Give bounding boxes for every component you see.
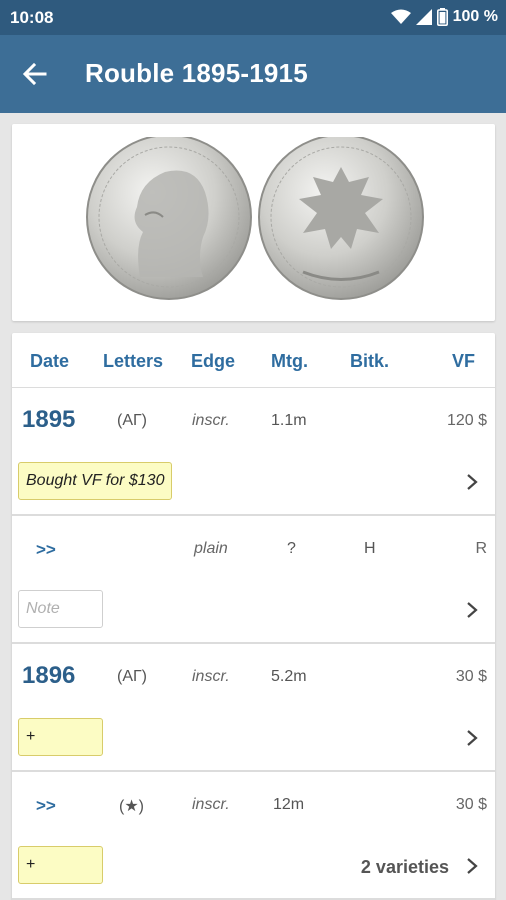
table-row[interactable]: 1896 (АГ) inscr. 5.2m 30 $ + (12, 644, 495, 772)
column-vf[interactable]: VF (452, 351, 475, 372)
page-title: Rouble 1895-1915 (85, 58, 308, 88)
chevron-right-icon[interactable] (463, 600, 481, 620)
row-edge: inscr. (192, 796, 230, 813)
row-vf-price: R (475, 540, 487, 557)
row-edge: inscr. (192, 668, 230, 685)
row-vf-price: 30 $ (455, 668, 487, 685)
row-letters: (АГ) (117, 668, 147, 685)
battery-percent: 100 % (452, 8, 498, 25)
coin-photo (86, 137, 424, 300)
row-vf-price: 30 $ (455, 796, 487, 813)
note-field[interactable]: + (18, 718, 103, 756)
status-icons: 100 % (390, 8, 498, 26)
signal-icon (415, 9, 432, 25)
column-mintage[interactable]: Mtg. (271, 351, 308, 372)
row-bitkin: H (364, 540, 376, 557)
table-row[interactable]: 1895 (АГ) inscr. 1.1m 120 $ Bought VF fo… (12, 388, 495, 516)
chevron-right-icon[interactable] (463, 472, 481, 492)
chevron-right-icon[interactable] (463, 728, 481, 748)
column-letters[interactable]: Letters (103, 351, 163, 372)
row-letters: (АГ) (117, 412, 147, 429)
row-mintage: 12m (273, 796, 305, 813)
row-vf-price: 120 $ (446, 412, 487, 429)
table-row[interactable]: >> (★) inscr. 12m 30 $ + 2 varieties (12, 772, 495, 900)
row-mintage: ? (287, 540, 296, 557)
app-bar: Rouble 1895-1915 (0, 35, 506, 113)
note-field[interactable]: Note (18, 590, 103, 628)
column-edge[interactable]: Edge (191, 351, 235, 372)
status-time: 10:08 (10, 8, 54, 27)
column-bitkin[interactable]: Bitk. (350, 351, 389, 372)
coin-image-card[interactable] (12, 124, 495, 321)
column-date[interactable]: Date (30, 351, 69, 372)
row-edge: plain (194, 540, 228, 557)
chevron-right-icon[interactable] (463, 856, 481, 876)
table-row[interactable]: >> plain ? H R Note (12, 516, 495, 644)
note-field[interactable]: Bought VF for $130 (18, 462, 173, 500)
row-letters: (★) (119, 798, 144, 815)
mintage-table: Date Letters Edge Mtg. Bitk. VF 1895 (АГ… (12, 333, 495, 900)
row-mintage: 5.2m (271, 668, 307, 685)
battery-icon (436, 8, 448, 26)
varieties-count[interactable]: 2 varieties (361, 857, 449, 878)
status-bar: 10:08 100 % (0, 0, 506, 35)
coin-reverse (258, 137, 424, 300)
coin-obverse (86, 137, 252, 300)
row-mintage: 1.1m (271, 412, 307, 429)
row-date: 1896 (22, 662, 76, 689)
wifi-icon (390, 9, 411, 24)
note-field[interactable]: + (18, 846, 103, 884)
row-more-indicator: >> (36, 796, 56, 815)
row-more-indicator: >> (36, 540, 56, 559)
arrow-left-icon[interactable] (20, 59, 50, 89)
row-edge: inscr. (192, 412, 230, 429)
row-date: 1895 (22, 406, 76, 433)
table-header: Date Letters Edge Mtg. Bitk. VF (12, 333, 495, 388)
